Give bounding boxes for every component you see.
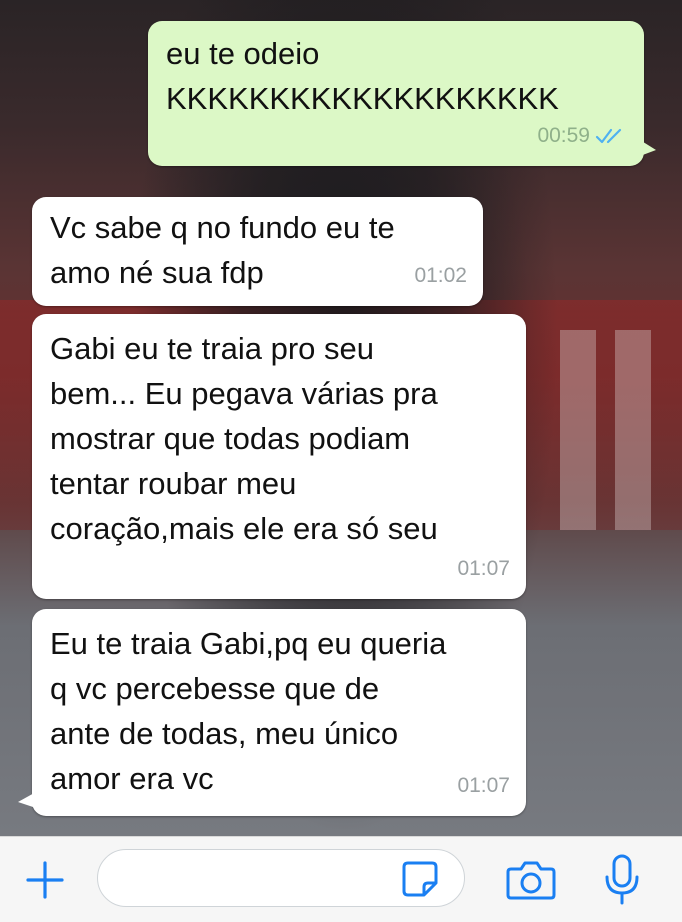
message-composer-bar <box>0 836 682 922</box>
message-text: Eu te traia Gabi,pq eu queria q vc perce… <box>50 626 447 796</box>
message-text: Gabi eu te traia pro seu bem... Eu pegav… <box>50 331 438 546</box>
camera-icon[interactable] <box>505 857 557 903</box>
microphone-icon[interactable] <box>602 853 642 907</box>
message-bubble-incoming[interactable]: Eu te traia Gabi,pq eu queria q vc perce… <box>18 609 526 816</box>
message-text: eu te odeio KKKKKKKKKKKKKKKKKKK <box>166 36 559 116</box>
sticker-icon[interactable] <box>400 859 440 899</box>
message-bubble-incoming[interactable]: Vc sabe q no fundo eu te amo né sua fdp … <box>32 197 483 306</box>
message-meta: 01:07 <box>457 546 510 591</box>
message-meta: 00:59 <box>537 113 628 158</box>
message-time: 01:07 <box>457 557 510 580</box>
background-stripe <box>615 330 651 530</box>
plus-icon[interactable] <box>22 857 68 903</box>
bubble-tail <box>640 140 656 156</box>
message-meta: 01:02 <box>414 253 467 298</box>
message-time: 00:59 <box>537 124 590 147</box>
message-bubble-outgoing[interactable]: eu te odeio KKKKKKKKKKKKKKKKKKK 00:59 <box>148 21 656 166</box>
background-stripe <box>560 330 596 530</box>
message-text: Vc sabe q no fundo eu te amo né sua fdp <box>50 210 395 290</box>
bubble-tail <box>18 792 36 808</box>
message-time: 01:02 <box>414 264 467 287</box>
message-time: 01:07 <box>457 774 510 797</box>
message-meta: 01:07 <box>457 763 510 808</box>
double-check-icon <box>595 128 622 143</box>
message-bubble-incoming[interactable]: Gabi eu te traia pro seu bem... Eu pegav… <box>32 314 526 599</box>
